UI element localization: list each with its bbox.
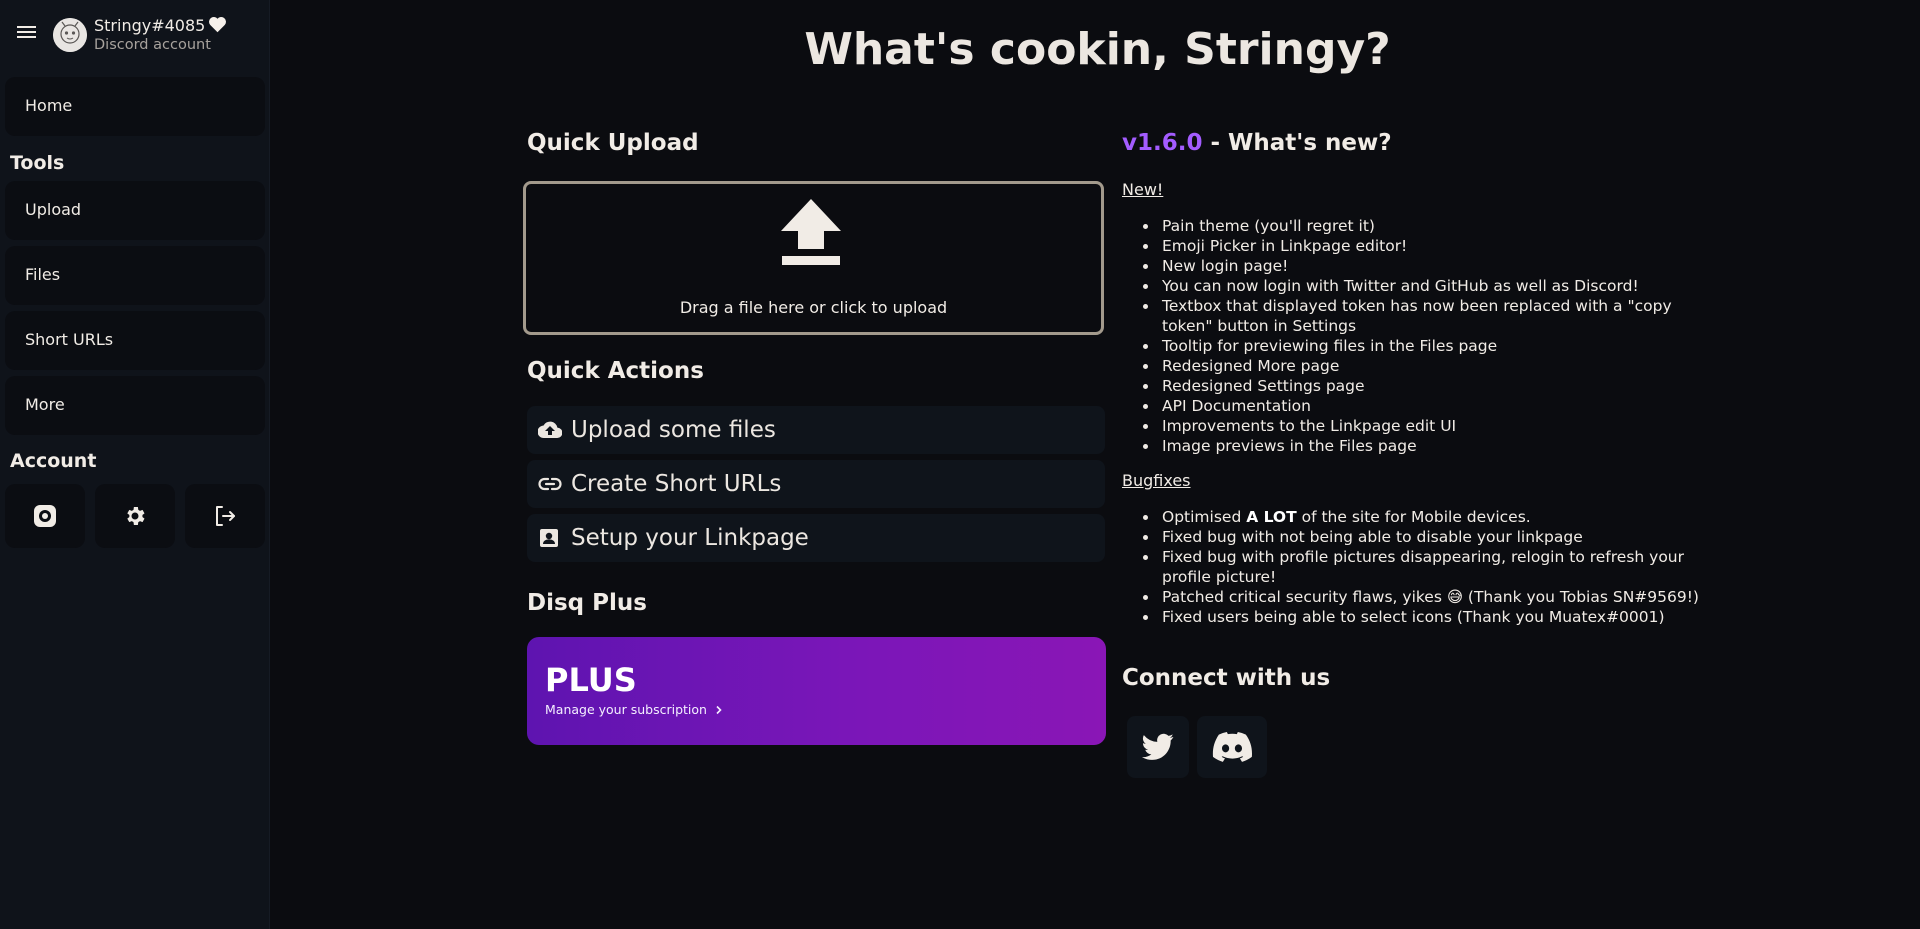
avatar[interactable] xyxy=(53,18,87,52)
username-text: Stringy#4085 xyxy=(94,16,206,35)
hamburger-menu-icon[interactable] xyxy=(15,20,39,44)
upload-files-action[interactable]: Upload some files xyxy=(527,406,1105,454)
manage-subscription-link[interactable]: Manage your subscription xyxy=(545,702,724,717)
page-title: What's cookin, Stringy? xyxy=(804,24,1391,75)
plus-subscription-card[interactable]: PLUS Manage your subscription xyxy=(527,637,1106,745)
sidebar-item-label: More xyxy=(25,395,65,414)
list-item: API Documentation xyxy=(1122,396,1722,416)
chevron-right-icon xyxy=(716,705,722,715)
sidebar-item-label: Upload xyxy=(25,200,82,219)
tools-heading: Tools xyxy=(10,152,65,174)
list-item: Pain theme (you'll regret it) xyxy=(1122,216,1722,236)
manage-subscription-label: Manage your subscription xyxy=(545,702,707,717)
profile-header: Stringy#4085 Discord account xyxy=(0,0,270,72)
account-type: Discord account xyxy=(94,37,211,53)
action-label: Upload some files xyxy=(571,417,776,443)
logout-icon xyxy=(216,506,235,526)
disq-plus-heading: Disq Plus xyxy=(527,590,647,616)
settings-button[interactable] xyxy=(95,484,175,548)
discord-icon xyxy=(1212,732,1252,762)
list-item: You can now login with Twitter and GitHu… xyxy=(1122,276,1722,296)
list-item: Image previews in the Files page xyxy=(1122,436,1722,456)
new-features-list: Pain theme (you'll regret it) Emoji Pick… xyxy=(1122,216,1722,456)
list-item: Improvements to the Linkpage edit UI xyxy=(1122,416,1722,436)
connect-heading: Connect with us xyxy=(1122,665,1331,691)
list-item: Tooltip for previewing files in the File… xyxy=(1122,336,1722,356)
setup-linkpage-action[interactable]: Setup your Linkpage xyxy=(527,514,1105,562)
list-item: Optimised A LOT of the site for Mobile d… xyxy=(1122,507,1722,527)
contact-card-icon xyxy=(540,529,558,547)
quick-upload-heading: Quick Upload xyxy=(527,130,699,156)
version-number: v1.6.0 xyxy=(1122,130,1203,156)
list-item: Patched critical security flaws, yikes 😅… xyxy=(1122,587,1722,607)
bugfix-text: Optimised xyxy=(1162,508,1247,526)
list-item: Textbox that displayed token has now bee… xyxy=(1122,296,1722,336)
logout-button[interactable] xyxy=(185,484,265,548)
list-item: Fixed bug with not being able to disable… xyxy=(1122,527,1722,547)
sidebar-item-files[interactable]: Files xyxy=(5,246,265,305)
plus-title: PLUS xyxy=(545,661,637,699)
upload-dropzone[interactable]: Drag a file here or click to upload xyxy=(523,181,1104,335)
changelog-heading: v1.6.0 - What's new? xyxy=(1122,130,1392,156)
gear-icon xyxy=(127,507,145,525)
create-short-urls-action[interactable]: Create Short URLs xyxy=(527,460,1105,508)
sidebar-item-short-urls[interactable]: Short URLs xyxy=(5,311,265,370)
link-icon xyxy=(538,477,562,491)
heart-icon xyxy=(209,16,227,33)
sidebar-item-label: Files xyxy=(25,265,61,284)
changelog-title: - What's new? xyxy=(1202,130,1392,156)
account-heading: Account xyxy=(10,450,97,472)
main-content: What's cookin, Stringy? Quick Upload Dra… xyxy=(270,0,1920,929)
list-item: Fixed users being able to select icons (… xyxy=(1122,607,1722,627)
upload-arrow-icon xyxy=(781,199,841,265)
new-features-heading[interactable]: New! xyxy=(1122,180,1163,199)
action-label: Create Short URLs xyxy=(571,471,782,497)
camera-shutter-icon xyxy=(34,505,56,527)
list-item: Fixed bug with profile pictures disappea… xyxy=(1122,547,1722,587)
sidebar-item-label: Short URLs xyxy=(25,330,114,349)
sidebar-item-label: Home xyxy=(25,96,73,115)
sidebar: Stringy#4085 Discord account Home Tools … xyxy=(0,0,270,929)
bugfixes-heading[interactable]: Bugfixes xyxy=(1122,471,1191,490)
action-label: Setup your Linkpage xyxy=(571,525,809,551)
bugfix-emphasis: A LOT xyxy=(1246,508,1297,526)
list-item: New login page! xyxy=(1122,256,1722,276)
twitter-icon xyxy=(1142,733,1174,760)
cloud-upload-icon xyxy=(538,421,562,439)
list-item: Redesigned More page xyxy=(1122,356,1722,376)
upload-hint: Drag a file here or click to upload xyxy=(679,298,948,317)
username: Stringy#4085 xyxy=(94,16,227,35)
list-item: Emoji Picker in Linkpage editor! xyxy=(1122,236,1722,256)
quick-actions-heading: Quick Actions xyxy=(527,358,704,384)
list-item: Redesigned Settings page xyxy=(1122,376,1722,396)
twitter-button[interactable] xyxy=(1127,716,1189,778)
bugfixes-list: Optimised A LOT of the site for Mobile d… xyxy=(1122,507,1722,627)
sidebar-item-home[interactable]: Home xyxy=(5,77,265,136)
bugfix-text: of the site for Mobile devices. xyxy=(1296,508,1531,526)
profile-button[interactable] xyxy=(5,484,85,548)
discord-button[interactable] xyxy=(1197,716,1267,778)
sidebar-item-upload[interactable]: Upload xyxy=(5,181,265,240)
sidebar-item-more[interactable]: More xyxy=(5,376,265,435)
